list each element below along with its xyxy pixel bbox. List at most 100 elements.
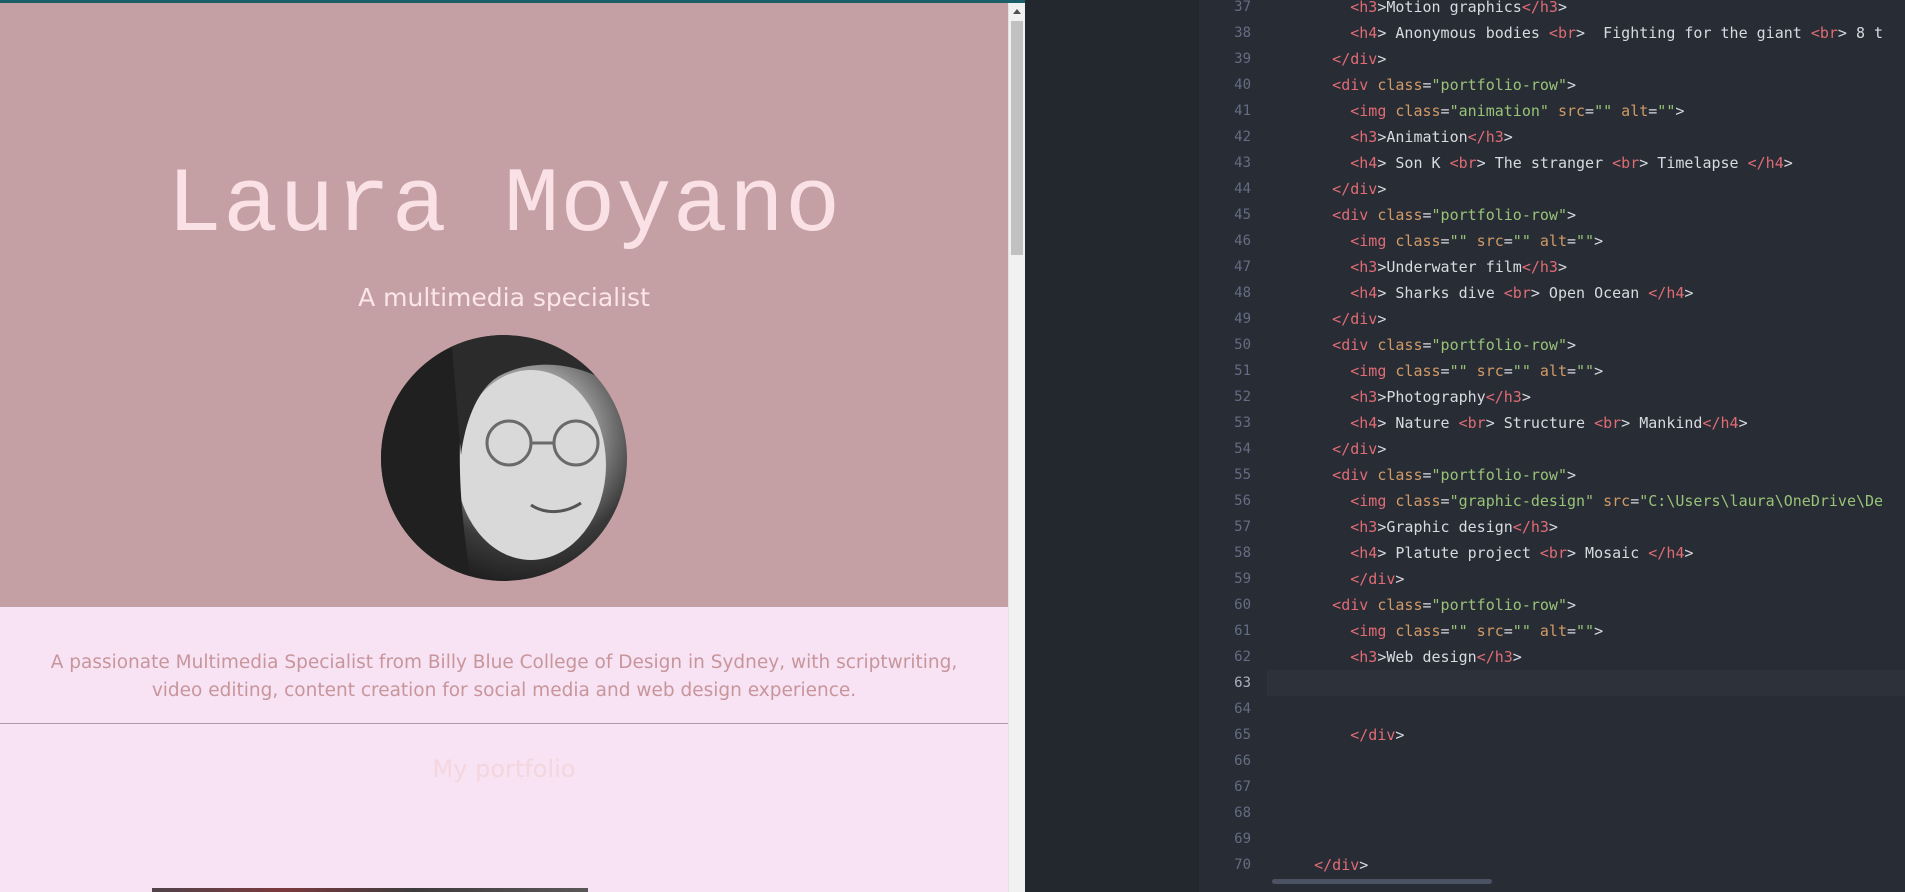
code-token: > xyxy=(1566,336,1577,354)
code-line[interactable] xyxy=(1267,696,1905,722)
code-line[interactable]: <div class="portfolio-row"> xyxy=(1267,202,1905,228)
code-line[interactable]: <img class="animation" src="" alt=""> xyxy=(1267,98,1905,124)
code-token: <br xyxy=(1503,284,1531,302)
code-line[interactable] xyxy=(1267,800,1905,826)
code-line[interactable]: </div> xyxy=(1267,46,1905,72)
code-line[interactable]: <h4> Nature <br> Structure <br> Mankind<… xyxy=(1267,410,1905,436)
code-token: </div xyxy=(1332,180,1378,198)
code-line[interactable]: <h4> Son K <br> The stranger <br> Timela… xyxy=(1267,150,1905,176)
code-token: src xyxy=(1476,622,1504,640)
code-line[interactable]: <div class="portfolio-row"> xyxy=(1267,462,1905,488)
scroll-up-arrow-icon[interactable] xyxy=(1013,9,1021,14)
code-token: "" xyxy=(1576,622,1595,640)
code-line[interactable]: <h3>Photography</h3> xyxy=(1267,384,1905,410)
line-number: 70 xyxy=(1234,857,1251,873)
line-number: 53 xyxy=(1234,415,1251,431)
code-token: <h3 xyxy=(1350,388,1378,406)
line-number: 65 xyxy=(1234,727,1251,743)
code-token: alt xyxy=(1539,622,1567,640)
line-number: 64 xyxy=(1234,701,1251,717)
line-number: 49 xyxy=(1234,311,1251,327)
code-token: > xyxy=(1395,570,1405,588)
line-number: 59 xyxy=(1234,571,1251,587)
preview-scrollbar[interactable] xyxy=(1008,3,1025,892)
code-line-active[interactable] xyxy=(1267,670,1905,696)
code-token: src xyxy=(1476,232,1504,250)
code-token: = xyxy=(1422,336,1432,354)
line-number: 51 xyxy=(1234,363,1251,379)
code-token: > xyxy=(1503,128,1513,146)
line-number: 61 xyxy=(1234,623,1251,639)
code-line[interactable]: </div> xyxy=(1267,436,1905,462)
hero-section: Laura Moyano A multimedia specialist xyxy=(0,3,1008,607)
code-token: > xyxy=(1557,258,1567,276)
code-token: </div xyxy=(1350,570,1396,588)
code-line[interactable]: </div> xyxy=(1267,566,1905,592)
section-divider xyxy=(0,723,1008,724)
code-token: > xyxy=(1548,518,1558,536)
line-number: 45 xyxy=(1234,207,1251,223)
code-line[interactable] xyxy=(1267,826,1905,852)
code-token: </h4 xyxy=(1648,544,1685,562)
code-token: = xyxy=(1422,596,1432,614)
scrollbar-thumb[interactable] xyxy=(1011,21,1023,255)
bio-line: A passionate Multimedia Specialist from … xyxy=(50,652,958,673)
code-token: <br xyxy=(1539,544,1567,562)
code-token: > xyxy=(1377,414,1396,432)
code-token: <h3 xyxy=(1350,258,1378,276)
code-line[interactable]: <img class="" src="" alt=""> xyxy=(1267,228,1905,254)
code-line[interactable]: </div> xyxy=(1267,852,1905,878)
code-token: > xyxy=(1521,388,1531,406)
code-token: </h4 xyxy=(1747,154,1784,172)
line-number: 44 xyxy=(1234,181,1251,197)
code-token: 8 t xyxy=(1846,24,1884,42)
code-token: > xyxy=(1675,102,1685,120)
code-token: "" xyxy=(1449,232,1468,250)
code-token: "" xyxy=(1512,362,1531,380)
code-line[interactable]: <div class="portfolio-row"> xyxy=(1267,592,1905,618)
code-line[interactable]: <div class="portfolio-row"> xyxy=(1267,332,1905,358)
code-token: > xyxy=(1639,154,1658,172)
code-editor[interactable]: <h3>Motion graphics</h3> <h4> Anonymous b… xyxy=(1267,0,1905,892)
line-number: 38 xyxy=(1234,25,1251,41)
code-token: </div xyxy=(1350,726,1396,744)
code-token: > xyxy=(1738,414,1748,432)
code-line[interactable]: <h4> Sharks dive <br> Open Ocean </h4> xyxy=(1267,280,1905,306)
code-line[interactable]: <h3>Graphic design</h3> xyxy=(1267,514,1905,540)
code-token: </h3 xyxy=(1476,648,1513,666)
code-token: alt xyxy=(1621,102,1649,120)
editor-horizontal-scrollbar[interactable] xyxy=(1272,879,1492,884)
code-line[interactable]: </div> xyxy=(1267,722,1905,748)
code-line[interactable]: <h3>Motion graphics</h3> xyxy=(1267,0,1905,20)
bio-line: video editing, content creation for soci… xyxy=(151,680,857,701)
code-token: > xyxy=(1377,440,1387,458)
code-token: "" xyxy=(1449,362,1468,380)
code-line[interactable] xyxy=(1267,748,1905,774)
code-line[interactable]: </div> xyxy=(1267,176,1905,202)
code-token: <h4 xyxy=(1350,414,1378,432)
line-number: 50 xyxy=(1234,337,1251,353)
code-line[interactable]: </div> xyxy=(1267,306,1905,332)
code-line[interactable]: <h3>Underwater film</h3> xyxy=(1267,254,1905,280)
code-token: = xyxy=(1422,466,1432,484)
code-token: > xyxy=(1621,414,1640,432)
code-token: = xyxy=(1585,102,1595,120)
code-token: Nature xyxy=(1395,414,1459,432)
code-token: class xyxy=(1377,466,1423,484)
code-line[interactable] xyxy=(1267,774,1905,800)
code-token: </div xyxy=(1332,310,1378,328)
code-line[interactable]: <img class="" src="" alt=""> xyxy=(1267,618,1905,644)
code-line[interactable]: <h3>Web design</h3> xyxy=(1267,644,1905,670)
code-token: > xyxy=(1359,856,1369,874)
code-line[interactable]: <h4> Platute project <br> Mosaic </h4> xyxy=(1267,540,1905,566)
code-line[interactable]: <div class="portfolio-row"> xyxy=(1267,72,1905,98)
code-line[interactable]: <img class="" src="" alt=""> xyxy=(1267,358,1905,384)
code-token: Open Ocean xyxy=(1548,284,1649,302)
code-token: <br xyxy=(1449,154,1477,172)
code-line[interactable]: <h3>Animation</h3> xyxy=(1267,124,1905,150)
code-token: Timelapse xyxy=(1657,154,1748,172)
code-line[interactable]: <img class="graphic-design" src="C:\User… xyxy=(1267,488,1905,514)
code-line[interactable]: <h4> Anonymous bodies <br> Fighting for … xyxy=(1267,20,1905,46)
